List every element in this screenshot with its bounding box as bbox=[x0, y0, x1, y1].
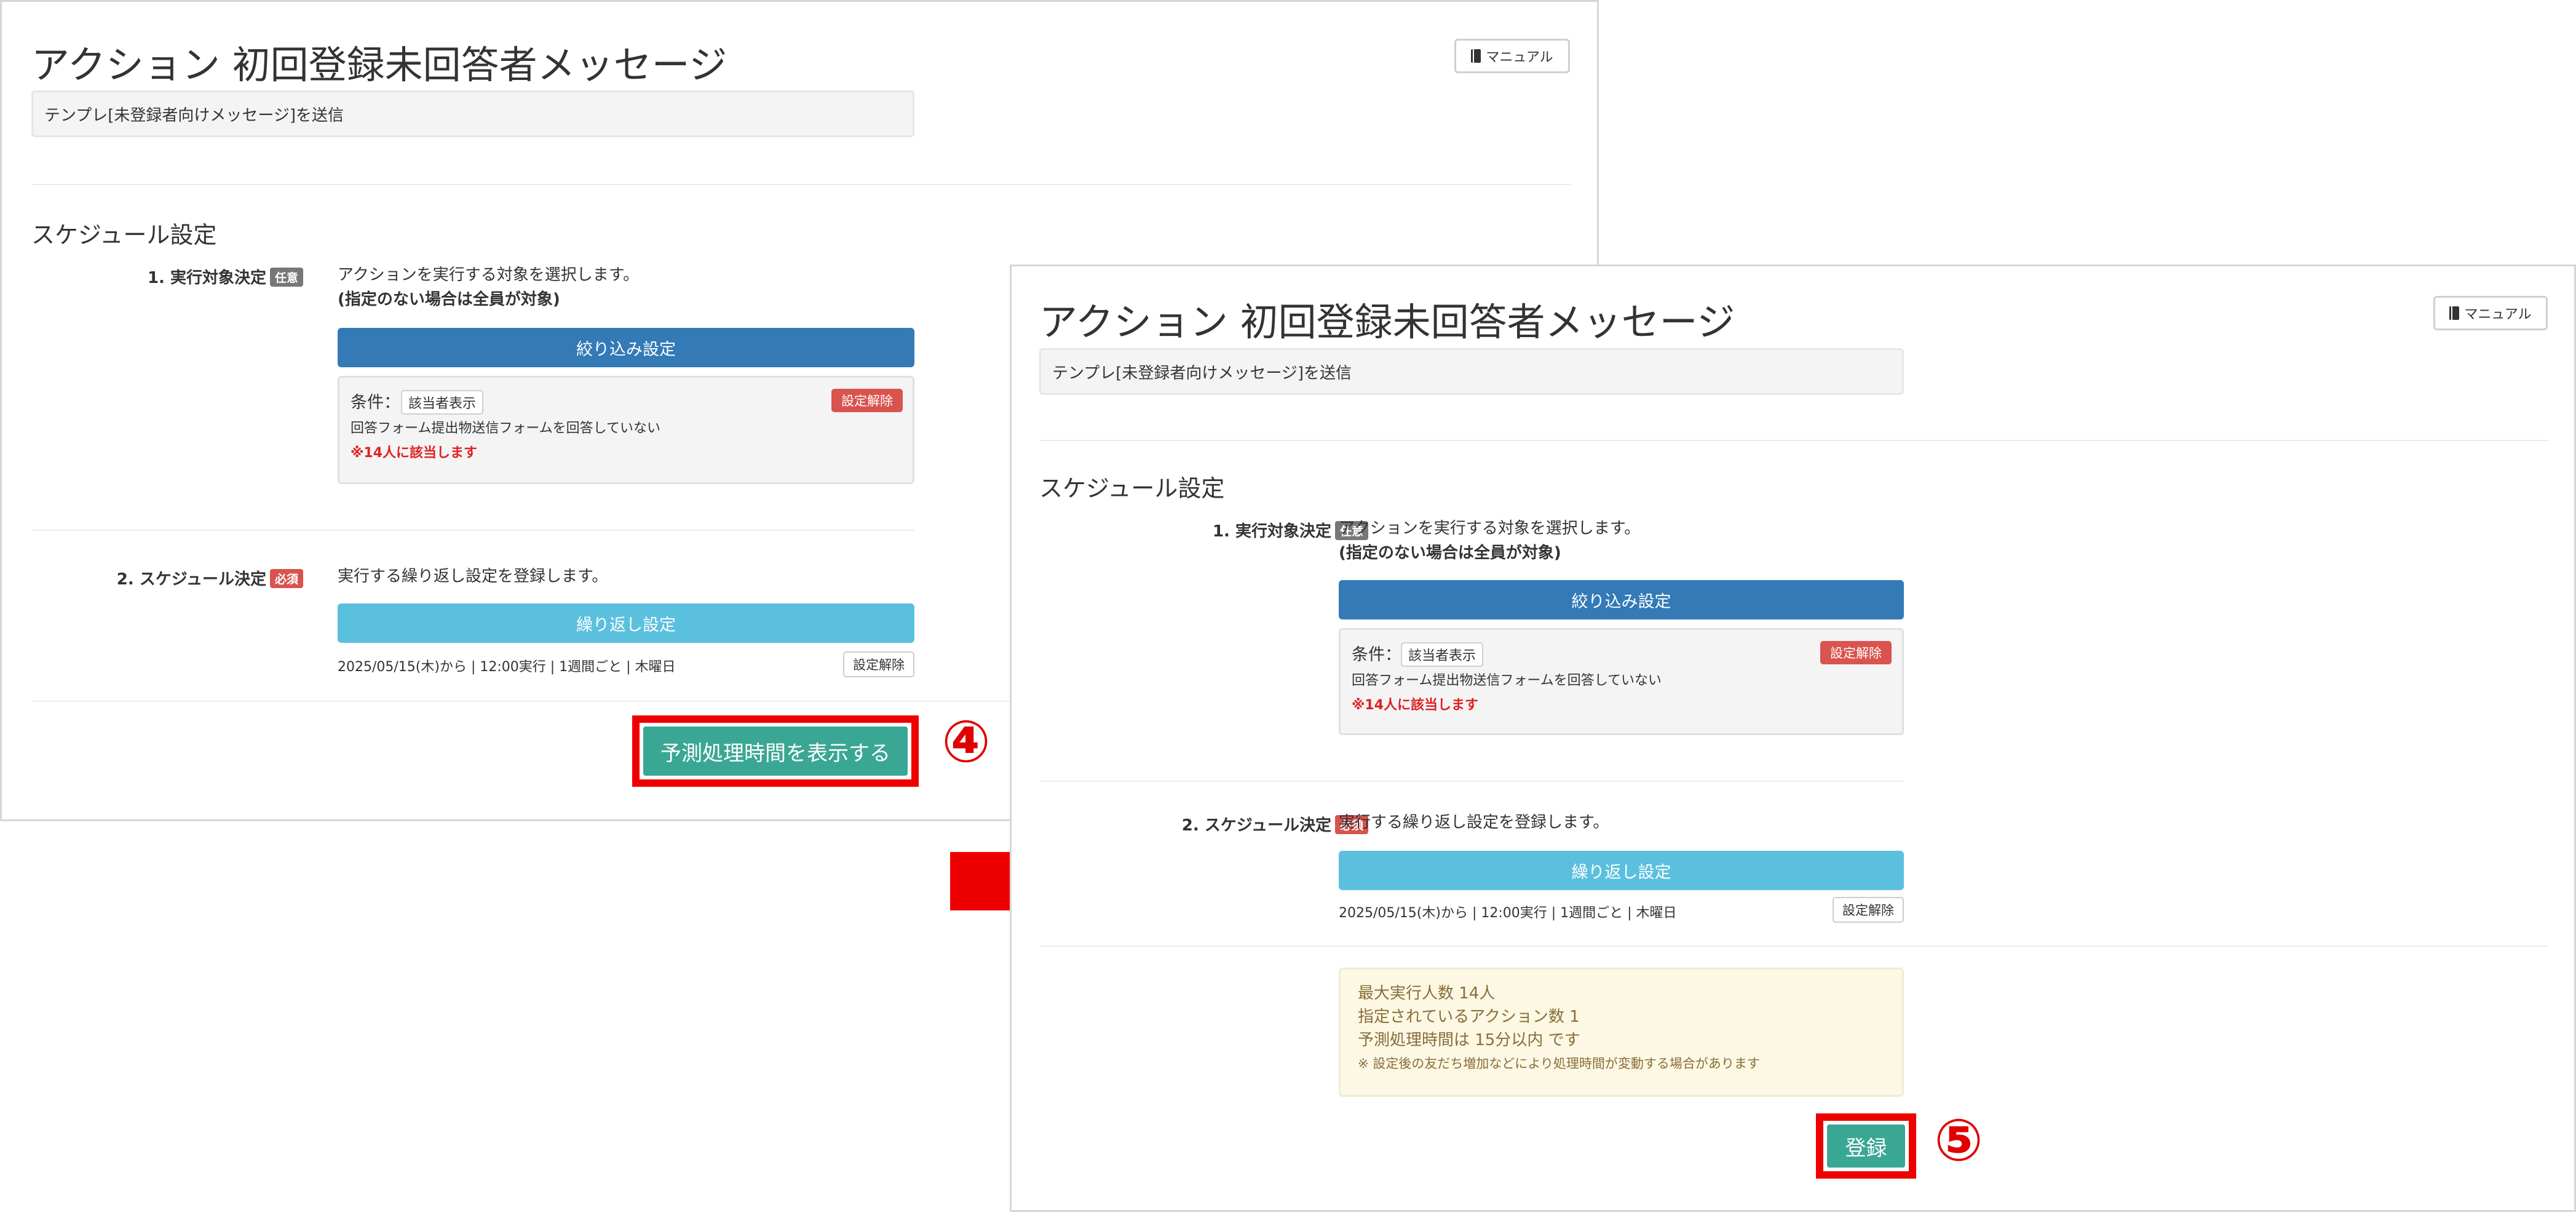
clear-schedule-button[interactable]: 設定解除 bbox=[843, 651, 914, 677]
manual-button[interactable]: マニュアル bbox=[1454, 39, 1570, 73]
action-description: テンプレ[未登録者向けメッセージ]を送信 bbox=[1039, 348, 1904, 395]
step2-label: 2. スケジュール決定 必須 bbox=[63, 567, 303, 589]
panel-after: アクション 初回登録未回答者メッセージ マニュアル テンプレ[未登録者向けメッセ… bbox=[1010, 265, 2576, 1212]
step2-label: 2. スケジュール決定 必須 bbox=[1073, 813, 1368, 835]
step2-description: 実行する繰り返し設定を登録します。 bbox=[1339, 813, 1609, 832]
required-badge: 必須 bbox=[269, 569, 303, 588]
step1-note: (指定のない場合は全員が対象) bbox=[338, 290, 560, 309]
max-people: 最大実行人数 14人 bbox=[1358, 984, 1496, 1003]
step1-note: (指定のない場合は全員が対象) bbox=[1339, 544, 1561, 562]
show-matching-button[interactable]: 該当者表示 bbox=[1401, 642, 1484, 667]
filter-settings-button[interactable]: 絞り込み設定 bbox=[1339, 580, 1904, 619]
step2-label-text: 2. スケジュール決定 bbox=[1181, 816, 1331, 835]
register-button[interactable]: 登録 bbox=[1827, 1124, 1905, 1168]
clear-schedule-button[interactable]: 設定解除 bbox=[1833, 897, 1904, 923]
divider bbox=[1039, 945, 2549, 947]
clear-filter-button[interactable]: 設定解除 bbox=[1820, 641, 1892, 664]
schedule-summary: 2025/05/15(木)から | 12:00実行 | 1週間ごと | 木曜日 bbox=[338, 659, 676, 675]
condition-detail: 回答フォーム提出物送信フォームを回答していない bbox=[1352, 673, 1662, 688]
divider bbox=[31, 530, 914, 531]
step-number-4: ④ bbox=[941, 709, 991, 776]
condition-box: 条件： 該当者表示 設定解除 回答フォーム提出物送信フォームを回答していない ※… bbox=[1339, 628, 1904, 735]
schedule-summary: 2025/05/15(木)から | 12:00実行 | 1週間ごと | 木曜日 bbox=[1339, 906, 1677, 921]
step2-label-text: 2. スケジュール決定 bbox=[116, 570, 266, 589]
estimate-info-box: 最大実行人数 14人 指定されているアクション数 1 予測処理時間は 15分以内… bbox=[1339, 968, 1904, 1097]
description-text: テンプレ[未登録者向けメッセージ]を送信 bbox=[44, 106, 344, 125]
step1-label: 1. 実行対象決定 任意 bbox=[63, 265, 303, 288]
clear-filter-button[interactable]: 設定解除 bbox=[831, 389, 903, 412]
divider bbox=[1039, 440, 2549, 441]
optional-badge: 任意 bbox=[269, 268, 303, 287]
show-estimated-time-button[interactable]: 予測処理時間を表示する bbox=[643, 726, 908, 776]
highlight-frame: 予測処理時間を表示する bbox=[632, 715, 919, 787]
page-title: アクション 初回登録未回答者メッセージ bbox=[1039, 300, 1735, 344]
action-count: 指定されているアクション数 1 bbox=[1358, 1008, 1580, 1026]
section-title: スケジュール設定 bbox=[31, 221, 217, 249]
step1-label-text: 1. 実行対象決定 bbox=[1212, 522, 1331, 541]
manual-label: マニュアル bbox=[2464, 307, 2532, 322]
step1-description: アクションを実行する対象を選択します。 bbox=[1339, 519, 1641, 538]
condition-label: 条件： bbox=[351, 393, 400, 412]
step1-description: アクションを実行する対象を選択します。 bbox=[338, 266, 640, 284]
condition-label: 条件： bbox=[1352, 645, 1401, 664]
book-icon bbox=[1471, 49, 1481, 63]
estimated-time: 予測処理時間は 15分以内 です bbox=[1358, 1031, 1580, 1049]
section-title: スケジュール設定 bbox=[1039, 475, 1225, 502]
divider bbox=[1039, 781, 1904, 782]
repeat-settings-button[interactable]: 繰り返し設定 bbox=[338, 603, 914, 643]
condition-box: 条件： 該当者表示 設定解除 回答フォーム提出物送信フォームを回答していない ※… bbox=[338, 376, 914, 484]
step2-description: 実行する繰り返し設定を登録します。 bbox=[338, 567, 608, 586]
step1-label-text: 1. 実行対象決定 bbox=[147, 269, 266, 287]
manual-label: マニュアル bbox=[1486, 50, 1553, 65]
manual-button[interactable]: マニュアル bbox=[2433, 296, 2548, 330]
book-icon bbox=[2449, 306, 2460, 320]
filter-settings-button[interactable]: 絞り込み設定 bbox=[338, 328, 914, 367]
match-count: ※14人に該当します bbox=[1352, 698, 1479, 713]
divider bbox=[31, 184, 1572, 185]
action-description: テンプレ[未登録者向けメッセージ]を送信 bbox=[31, 90, 914, 137]
condition-detail: 回答フォーム提出物送信フォームを回答していない bbox=[351, 421, 661, 436]
page-title: アクション 初回登録未回答者メッセージ bbox=[31, 42, 727, 87]
repeat-settings-button[interactable]: 繰り返し設定 bbox=[1339, 851, 1904, 890]
estimate-note: ※ 設定後の友だち増加などにより処理時間が変動する場合があります bbox=[1358, 1056, 1760, 1071]
show-matching-button[interactable]: 該当者表示 bbox=[401, 390, 484, 415]
description-text: テンプレ[未登録者向けメッセージ]を送信 bbox=[1052, 364, 1352, 383]
match-count: ※14人に該当します bbox=[351, 445, 478, 461]
highlight-frame: 登録 bbox=[1816, 1113, 1916, 1179]
step-number-5: ⑤ bbox=[1934, 1107, 1983, 1174]
step1-label: 1. 実行対象決定 任意 bbox=[1073, 519, 1368, 541]
